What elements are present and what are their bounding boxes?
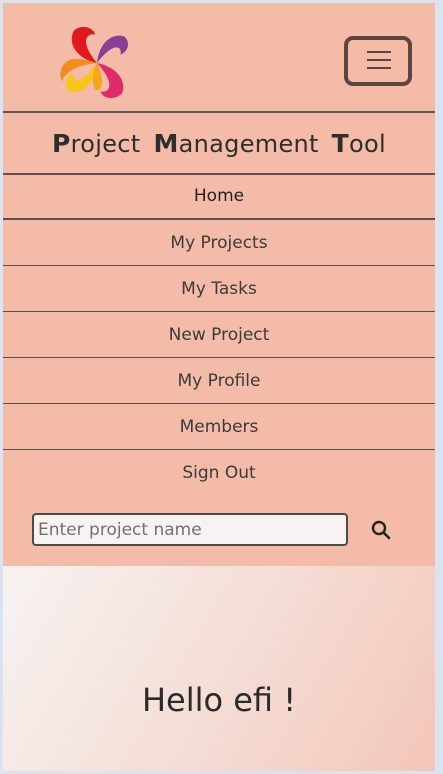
nav-item-home[interactable]: Home (3, 173, 435, 220)
main-hero (3, 566, 435, 771)
swirl-logo-icon[interactable] (55, 21, 139, 105)
search-input[interactable] (32, 513, 348, 546)
navbar: Project Management Tool Home My Projects… (3, 3, 435, 566)
brand-bar: Project Management Tool (3, 111, 435, 175)
search-icon[interactable] (369, 518, 393, 542)
nav-item-members[interactable]: Members (3, 404, 435, 450)
hamburger-icon-bar (367, 59, 391, 61)
title-part: roject (70, 129, 141, 158)
title-initial: P (52, 128, 71, 158)
hamburger-icon-bar (367, 67, 391, 69)
nav-item-new-project[interactable]: New Project (3, 312, 435, 358)
nav-item-my-projects[interactable]: My Projects (3, 220, 435, 266)
menu-toggle-button[interactable] (344, 36, 412, 86)
nav-menu: Home My Projects My Tasks New Project My… (3, 173, 435, 496)
title-part: ool (349, 129, 386, 158)
nav-item-sign-out[interactable]: Sign Out (3, 450, 435, 496)
title-initial: T (331, 128, 350, 158)
hamburger-icon-bar (367, 51, 391, 53)
title-part: anagement (178, 129, 319, 158)
greeting-heading: Hello efi ! (141, 681, 297, 719)
nav-item-my-profile[interactable]: My Profile (3, 358, 435, 404)
nav-item-my-tasks[interactable]: My Tasks (3, 266, 435, 312)
app-title[interactable]: Project Management Tool (52, 129, 386, 158)
app-frame: Project Management Tool Home My Projects… (3, 3, 435, 771)
title-initial: M (153, 128, 179, 158)
